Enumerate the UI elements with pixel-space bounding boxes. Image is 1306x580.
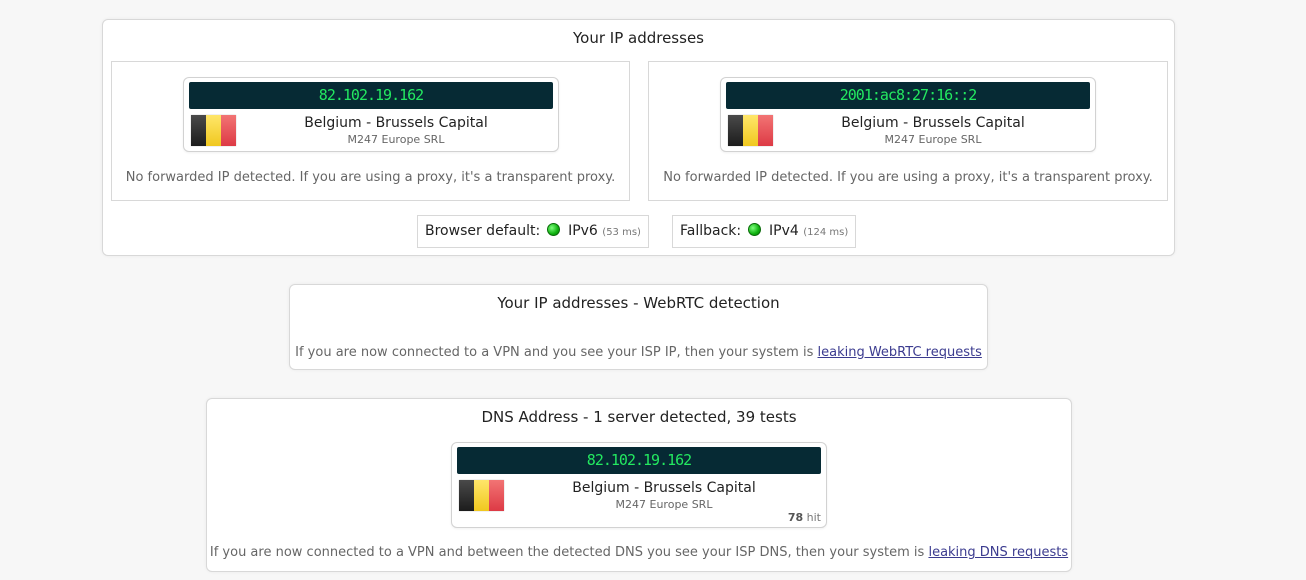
fallback-box: Fallback: IPv4 (124 ms) <box>672 215 857 248</box>
fallback-label: Fallback: <box>680 223 742 239</box>
dns-server-location: Belgium - Brussels Capital <box>572 480 756 496</box>
ipv4-address: 82.102.19.162 <box>189 82 553 109</box>
ipv6-card: 2001:ac8:27:16::2 Belgium - Brussels Cap… <box>720 77 1096 152</box>
dns-hit-count: 78 hit <box>788 511 821 524</box>
dns-note-text: If you are now connected to a VPN and be… <box>209 545 925 560</box>
dns-server-address: 82.102.19.162 <box>457 447 821 474</box>
ipv4-isp: M247 Europe SRL <box>347 133 445 146</box>
fallback-protocol: IPv4 <box>769 223 799 239</box>
ipv6-address: 2001:ac8:27:16::2 <box>726 82 1090 109</box>
dns-panel: DNS Address - 1 server detected, 39 test… <box>206 398 1072 572</box>
fallback-latency: (124 ms) <box>803 227 849 238</box>
belgium-flag-icon <box>459 480 504 511</box>
webrtc-panel: Your IP addresses - WebRTC detection If … <box>289 284 988 370</box>
dns-note: If you are now connected to a VPN and be… <box>207 545 1071 560</box>
ipv4-card: 82.102.19.162 Belgium - Brussels Capital… <box>183 77 559 152</box>
dns-hit-number: 78 <box>787 511 804 524</box>
belgium-flag-icon <box>728 115 773 146</box>
belgium-flag-icon <box>191 115 236 146</box>
leaking-dns-link[interactable]: leaking DNS requests <box>928 545 1068 560</box>
browser-default-box: Browser default: IPv6 (53 ms) <box>417 215 649 248</box>
ipv6-isp: M247 Europe SRL <box>884 133 982 146</box>
browser-default-label: Browser default: <box>425 223 541 239</box>
browser-default-latency: (53 ms) <box>602 227 641 238</box>
leaking-webrtc-link[interactable]: leaking WebRTC requests <box>818 345 982 360</box>
status-ok-icon <box>747 223 761 236</box>
ip-addresses-title: Your IP addresses <box>572 29 704 47</box>
webrtc-title: Your IP addresses - WebRTC detection <box>497 294 780 312</box>
dns-server-isp: M247 Europe SRL <box>615 498 713 511</box>
status-ok-icon <box>546 223 560 236</box>
webrtc-note: If you are now connected to a VPN and yo… <box>290 345 987 360</box>
ipv4-forwarded-note: No forwarded IP detected. If you are usi… <box>125 170 616 185</box>
ipv6-location: Belgium - Brussels Capital <box>841 115 1025 131</box>
webrtc-note-text: If you are now connected to a VPN and yo… <box>295 345 814 360</box>
dns-hit-label: hit <box>806 511 821 524</box>
ipv6-forwarded-note: No forwarded IP detected. If you are usi… <box>663 170 1153 185</box>
ipv6-box: 2001:ac8:27:16::2 Belgium - Brussels Cap… <box>648 61 1168 201</box>
browser-default-protocol: IPv6 <box>568 223 598 239</box>
ipv4-location: Belgium - Brussels Capital <box>304 115 488 131</box>
ipv4-box: 82.102.19.162 Belgium - Brussels Capital… <box>111 61 630 201</box>
dns-title: DNS Address - 1 server detected, 39 test… <box>481 408 797 426</box>
dns-server-card: 82.102.19.162 Belgium - Brussels Capital… <box>451 442 827 528</box>
